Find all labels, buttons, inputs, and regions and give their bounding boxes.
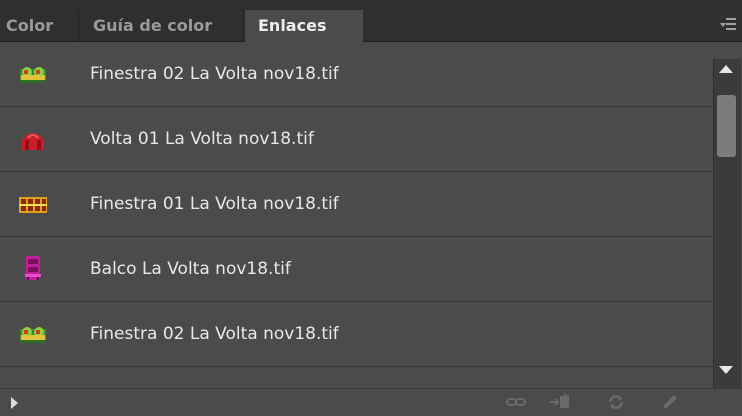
panel-tab-bar: Color Guía de color Enlaces	[0, 0, 742, 42]
link-file-name: Finestra 01 La Volta nov18.tif	[90, 194, 339, 214]
relink-icon[interactable]	[505, 393, 527, 411]
scroll-down-arrow-icon[interactable]	[719, 366, 733, 374]
links-list: Finestra 02 La Volta nov18.tif Volta 01 …	[0, 42, 712, 388]
list-item[interactable]: Finestra 01 La Volta nov18.tif	[0, 172, 712, 237]
list-item[interactable]: Balco La Volta nov18.tif	[0, 237, 712, 302]
edit-original-icon[interactable]	[659, 393, 681, 411]
thumbnail-red-vault-icon	[22, 133, 44, 150]
scrollbar-thumb[interactable]	[717, 95, 736, 157]
panel-bottom-toolbar	[0, 388, 742, 416]
link-file-name: Finestra 02 La Volta nov18.tif	[90, 324, 339, 344]
list-item[interactable]: Finestra 02 La Volta nov18.tif	[0, 42, 712, 107]
go-to-link-icon[interactable]	[549, 393, 571, 411]
thumbnail-orange-window-icon	[19, 197, 47, 213]
expand-triangle-icon[interactable]	[11, 397, 18, 409]
tab-color-guide[interactable]: Guía de color	[80, 10, 244, 41]
tab-links[interactable]: Enlaces	[245, 10, 363, 42]
link-file-name: Finestra 02 La Volta nov18.tif	[90, 64, 339, 84]
list-item[interactable]: Finestra 02 La Volta nov18.tif	[0, 302, 712, 367]
tab-color[interactable]: Color	[0, 10, 79, 41]
panel-menu-icon[interactable]	[720, 18, 736, 32]
thumbnail-green-window-icon	[20, 67, 46, 83]
links-panel: Color Guía de color Enlaces Finestra 02 …	[0, 0, 742, 416]
thumbnail-magenta-balcony-icon	[25, 256, 41, 280]
list-item[interactable]: Volta 01 La Volta nov18.tif	[0, 107, 712, 172]
thumbnail-green-window-icon	[20, 327, 46, 343]
scroll-up-arrow-icon[interactable]	[719, 65, 733, 73]
update-link-icon[interactable]	[605, 393, 627, 411]
link-file-name: Volta 01 La Volta nov18.tif	[90, 129, 314, 149]
vertical-scrollbar[interactable]	[713, 59, 741, 388]
link-file-name: Balco La Volta nov18.tif	[90, 259, 291, 279]
